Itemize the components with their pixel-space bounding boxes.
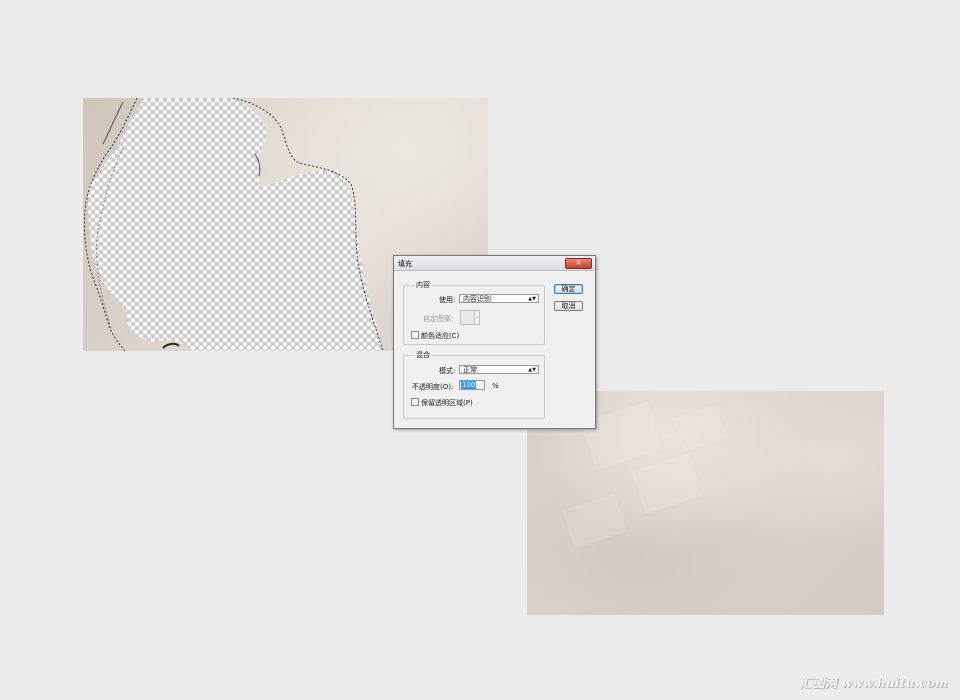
content-group-label: 内容 [414,280,432,290]
close-button[interactable]: ✕ [565,258,592,269]
use-select[interactable]: 内容识别 ▲▼ [459,294,539,303]
opacity-unit: % [492,382,499,390]
close-icon: ✕ [575,259,582,267]
opacity-label: 不透明度(O): [412,383,454,391]
blend-group-label: 混合 [414,350,432,360]
fill-dialog: 填充 ✕ 内容 使用: 内容识别 ▲▼ 自定图案: ▾ 颜色适应(C) 混合 模… [393,255,596,429]
watermark: 汇图网 www.huitu.com [800,676,948,690]
opacity-input[interactable]: 100 [459,380,485,390]
pattern-swatch [460,310,475,325]
use-label: 使用: [439,296,456,304]
color-adapt-checkbox[interactable] [411,331,419,339]
preserve-transparency-label: 保留透明区域(P) [421,399,473,407]
use-select-value: 内容识别 [463,295,491,303]
ok-button[interactable]: 确定 [554,284,583,294]
mode-label: 模式: [439,367,456,375]
mode-select-value: 正常 [463,366,477,374]
chevron-updown-icon: ▲▼ [528,296,536,302]
bottom-shadow [162,342,180,349]
mode-select[interactable]: 正常 ▲▼ [459,365,539,374]
preserve-transparency-checkbox[interactable] [411,398,419,406]
dialog-titlebar[interactable]: 填充 ✕ [394,256,595,271]
color-adapt-label: 颜色适应(C) [421,332,460,340]
pattern-picker-arrow-icon: ▾ [474,310,480,325]
cancel-button[interactable]: 取消 [554,301,583,311]
transparent-area [88,98,383,351]
custom-pattern-label: 自定图案: [423,315,454,323]
opacity-value: 100 [461,381,477,389]
chevron-updown-icon: ▲▼ [528,367,536,373]
dialog-title: 填充 [398,260,412,268]
